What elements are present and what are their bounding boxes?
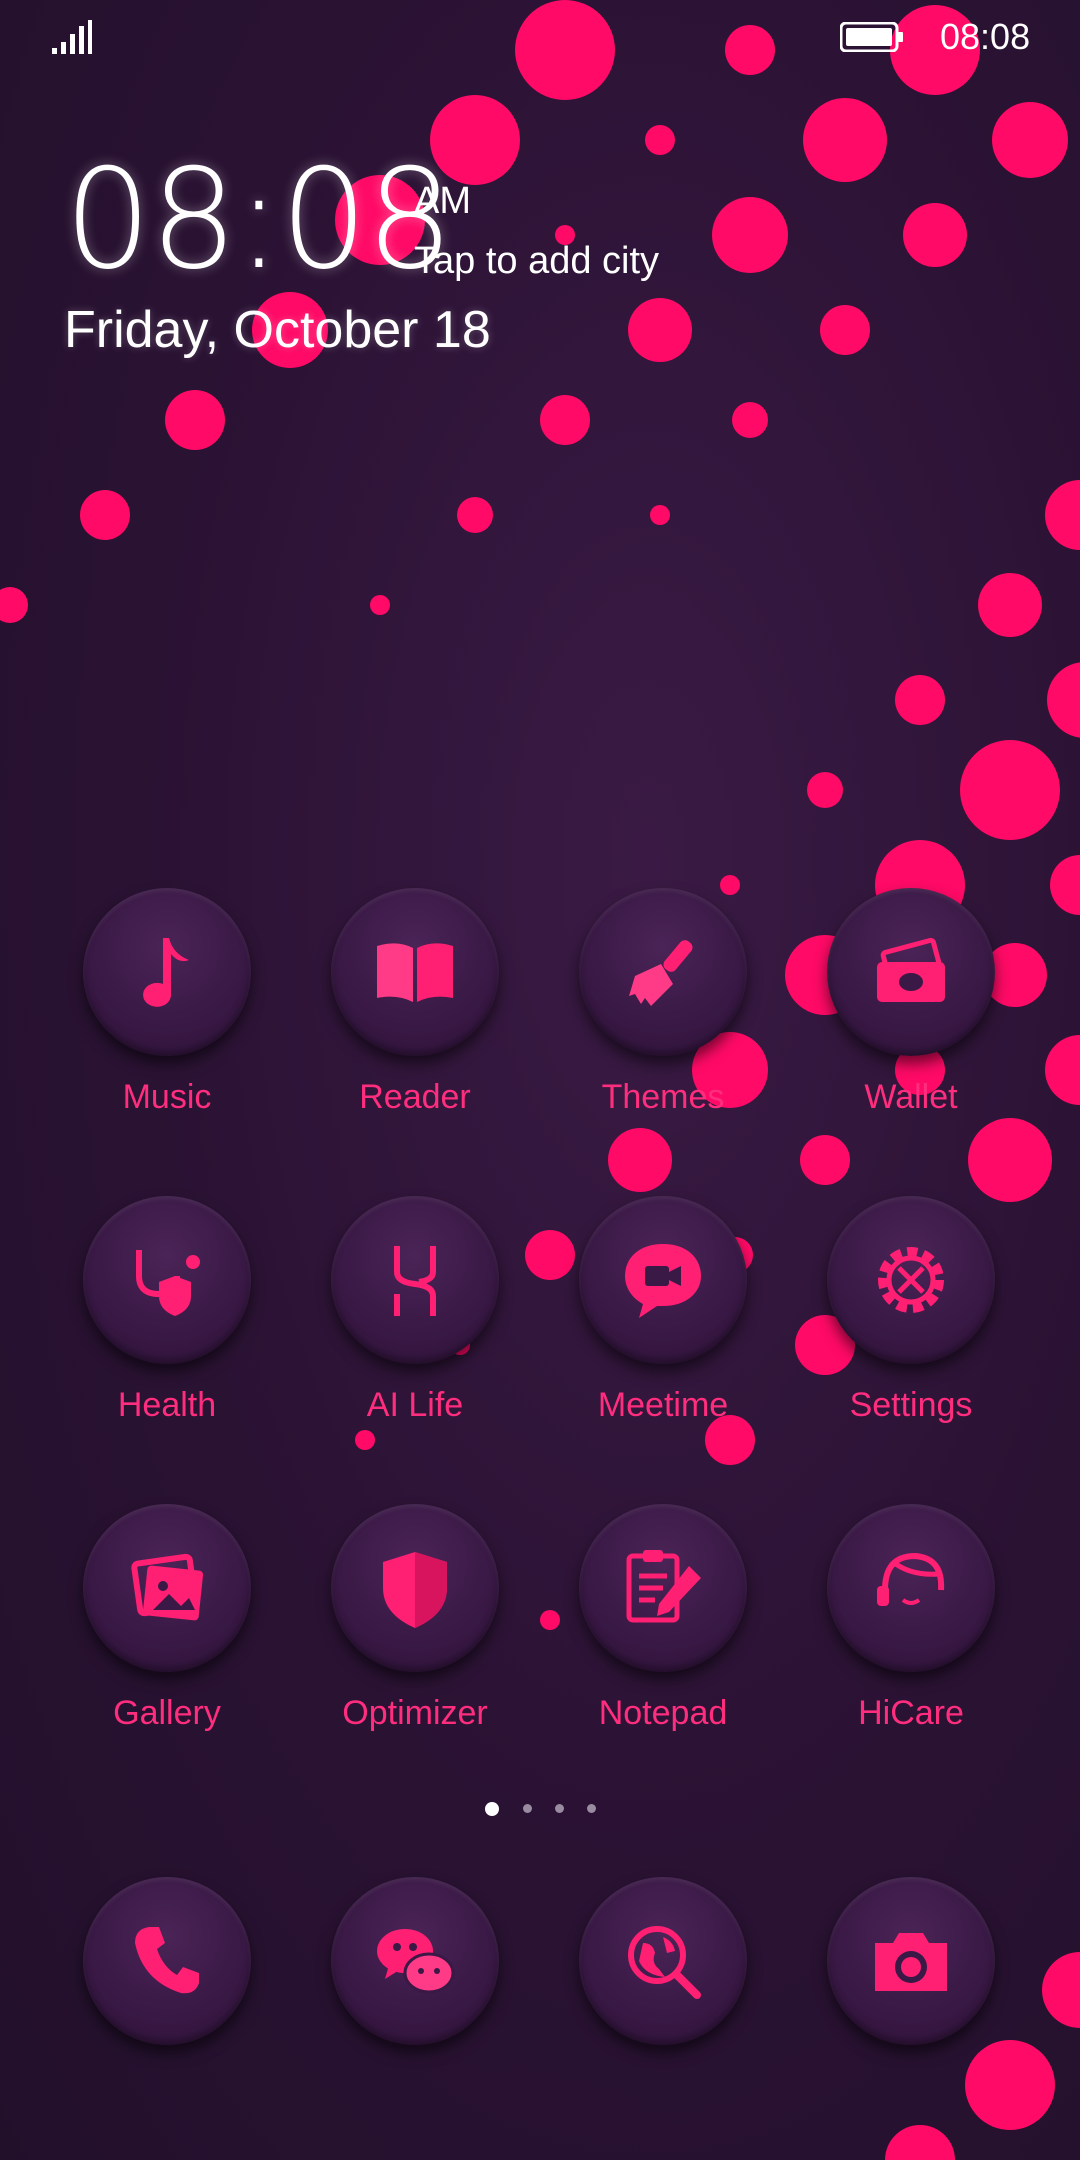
app-icon-button[interactable] <box>579 1877 747 2045</box>
app-icon-button[interactable] <box>331 888 499 1056</box>
page-dot-1[interactable] <box>485 1802 499 1816</box>
app-music[interactable]: Music <box>43 888 291 1117</box>
app-icon-button[interactable] <box>827 888 995 1056</box>
ai-life-icon <box>394 1246 436 1316</box>
app-icon-button[interactable] <box>331 1504 499 1672</box>
clock-widget[interactable]: 08:08 AM Tap to add city Friday, October… <box>64 150 659 360</box>
app-label: AI Life <box>366 1386 464 1424</box>
app-icon-button[interactable] <box>827 1504 995 1672</box>
app-ai-life[interactable]: AI Life <box>291 1196 539 1425</box>
app-health[interactable]: Health <box>43 1196 291 1425</box>
phone-icon <box>135 1927 199 1994</box>
signal-icon <box>52 20 92 54</box>
status-time: 08:08 <box>940 16 1031 57</box>
app-optimizer[interactable]: Optimizer <box>291 1504 539 1733</box>
chat-icon <box>377 1929 455 1994</box>
app-themes[interactable]: Themes <box>539 888 787 1117</box>
dock-phone[interactable] <box>43 1877 291 2045</box>
app-icon-button[interactable] <box>579 1196 747 1364</box>
app-icon-button[interactable] <box>331 1877 499 2045</box>
gear-icon <box>878 1247 944 1313</box>
page-indicator[interactable] <box>480 1800 600 1820</box>
paintbrush-icon <box>629 940 693 1006</box>
app-label: Meetime <box>597 1386 729 1424</box>
app-notepad[interactable]: Notepad <box>539 1504 787 1733</box>
app-label: Music <box>122 1078 212 1116</box>
battery-icon <box>840 22 903 52</box>
page-dot-2[interactable] <box>523 1804 532 1813</box>
app-wallet[interactable]: Wallet <box>787 888 1035 1117</box>
browser-icon <box>628 1926 701 1999</box>
notepad-icon <box>626 1550 701 1623</box>
clock-date[interactable]: Friday, October 18 <box>64 300 491 360</box>
app-icon-button[interactable] <box>827 1196 995 1364</box>
app-icon-button[interactable] <box>83 888 251 1056</box>
app-icon-button[interactable] <box>331 1196 499 1364</box>
app-label: Health <box>117 1386 217 1424</box>
shield-icon <box>383 1552 447 1628</box>
app-label: Settings <box>849 1386 973 1424</box>
music-note-icon <box>143 938 189 1007</box>
page-dot-3[interactable] <box>555 1804 564 1813</box>
app-label: Wallet <box>864 1078 958 1116</box>
app-label: Notepad <box>598 1694 728 1732</box>
book-icon <box>377 943 453 1002</box>
app-label: Gallery <box>113 1694 221 1732</box>
page-dot-4[interactable] <box>587 1804 596 1813</box>
app-label: HiCare <box>858 1694 964 1732</box>
app-icon-button[interactable] <box>579 888 747 1056</box>
app-meetime[interactable]: Meetime <box>539 1196 787 1425</box>
app-icon-button[interactable] <box>827 1877 995 2045</box>
stethoscope-icon <box>136 1250 200 1316</box>
headset-icon <box>877 1552 945 1606</box>
camera-icon <box>875 1933 947 1991</box>
clock-time[interactable]: 08:08 <box>64 150 454 290</box>
dock-chat[interactable] <box>291 1877 539 2045</box>
app-icon-button[interactable] <box>83 1877 251 2045</box>
app-label: Optimizer <box>342 1694 488 1732</box>
gallery-icon <box>131 1553 204 1621</box>
app-icon-button[interactable] <box>83 1504 251 1672</box>
app-label: Themes <box>601 1078 725 1116</box>
app-settings[interactable]: Settings <box>787 1196 1035 1425</box>
app-gallery[interactable]: Gallery <box>43 1504 291 1733</box>
video-chat-icon <box>625 1244 701 1318</box>
app-icon-button[interactable] <box>83 1196 251 1364</box>
wallet-icon <box>877 937 945 1002</box>
app-hicare[interactable]: HiCare <box>787 1504 1035 1733</box>
add-city-link[interactable]: Tap to add city <box>414 240 659 283</box>
status-bar: 08:08 <box>0 0 1080 76</box>
dock-camera[interactable] <box>787 1877 1035 2045</box>
app-label: Reader <box>359 1078 471 1116</box>
app-icon-button[interactable] <box>579 1504 747 1672</box>
app-reader[interactable]: Reader <box>291 888 539 1117</box>
clock-ampm: AM <box>414 180 471 222</box>
dock-browser[interactable] <box>539 1877 787 2045</box>
